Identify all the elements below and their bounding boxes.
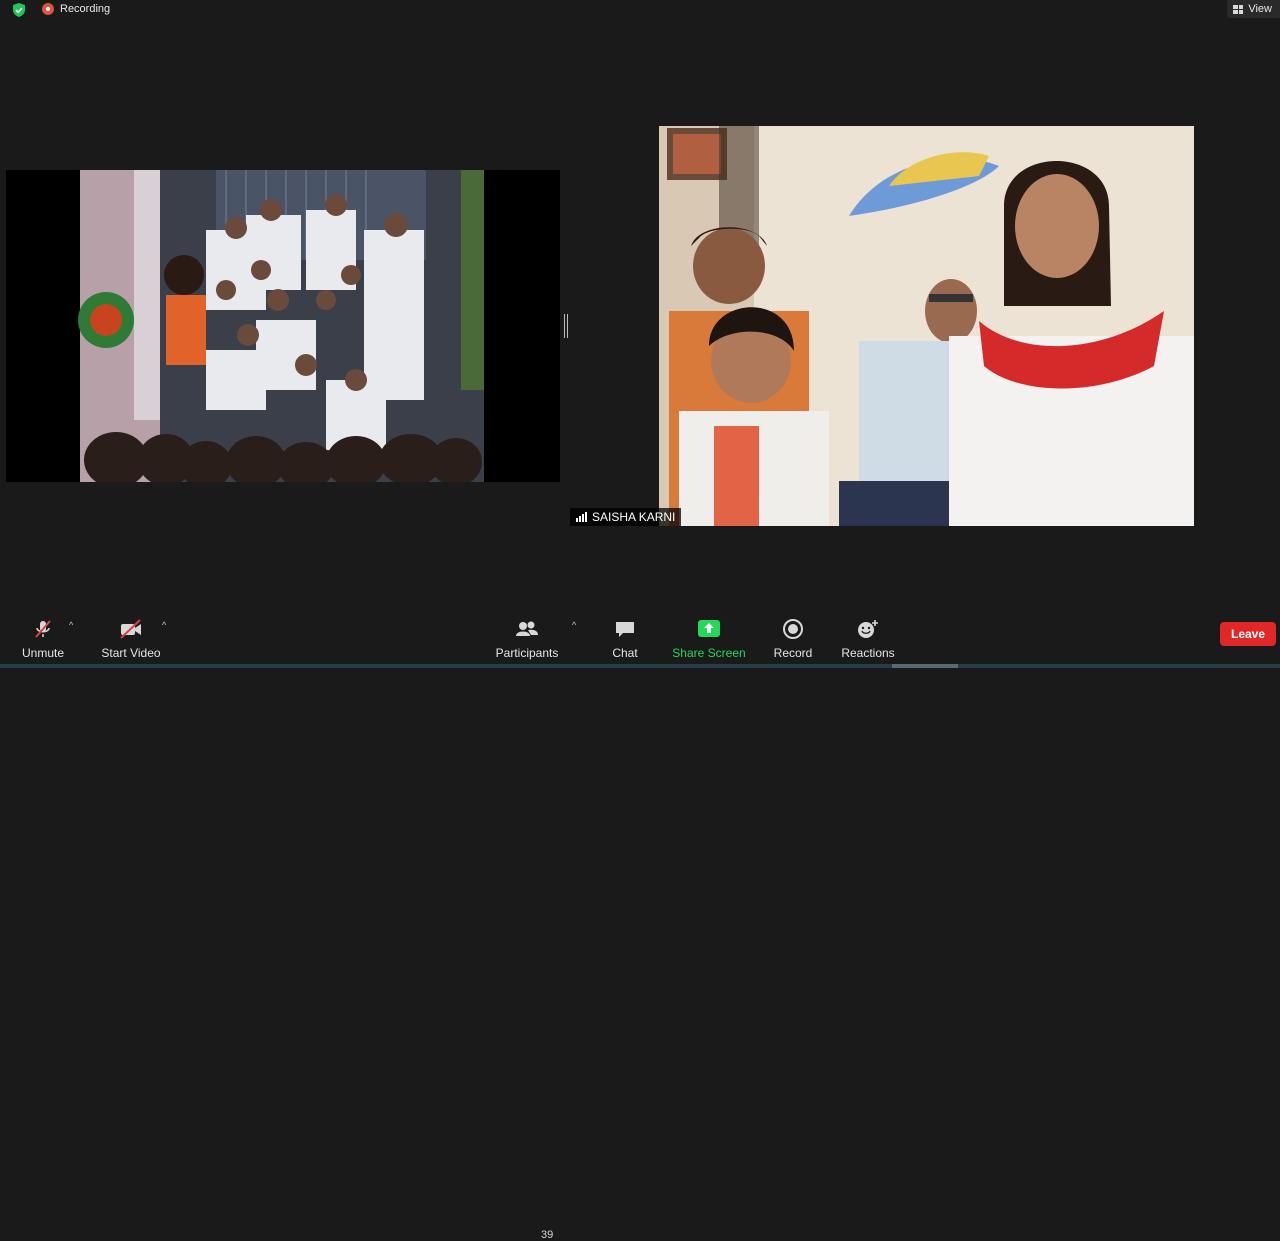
- grid-view-icon: [1233, 4, 1244, 14]
- record-label: Record: [773, 646, 813, 660]
- audio-options-caret[interactable]: ^: [69, 620, 73, 630]
- chat-button[interactable]: Chat: [605, 608, 645, 668]
- start-video-label: Start Video: [101, 646, 161, 660]
- recording-indicator[interactable]: Recording: [42, 3, 110, 15]
- participants-label: Participants: [495, 646, 559, 660]
- reactions-button[interactable]: Reactions: [840, 608, 896, 668]
- meeting-toolbar: Unmute ^ Start Video ^ Participants 39 ^: [0, 608, 1280, 1241]
- participants-button[interactable]: Participants: [494, 608, 560, 668]
- participant-video-frame: [659, 126, 1194, 526]
- signal-strength-icon: [576, 512, 587, 522]
- chat-bubble-icon: [614, 618, 636, 640]
- participant-name: SAISHA KARNI: [592, 510, 676, 524]
- shield-check-icon[interactable]: [11, 2, 27, 18]
- participants-icon: [514, 618, 540, 640]
- participant-name-tag: SAISHA KARNI: [570, 508, 682, 526]
- view-button[interactable]: View: [1227, 0, 1280, 18]
- shared-video-tile[interactable]: [6, 170, 560, 482]
- participant-video-tile[interactable]: [659, 126, 1194, 526]
- tile-divider-handle[interactable]: [564, 314, 568, 338]
- video-options-caret[interactable]: ^: [162, 620, 166, 630]
- chat-label: Chat: [612, 646, 638, 660]
- record-button[interactable]: Record: [770, 608, 816, 668]
- reactions-smiley-icon: [856, 618, 880, 640]
- share-screen-button[interactable]: Share Screen: [672, 608, 746, 668]
- recording-label: Recording: [60, 3, 111, 15]
- top-bar: Recording View: [0, 0, 1280, 20]
- bottom-status-strip: [0, 664, 1280, 668]
- shared-video-frame: [6, 170, 560, 482]
- participants-options-caret[interactable]: ^: [572, 620, 576, 630]
- leave-button[interactable]: Leave: [1220, 622, 1276, 646]
- record-dot-icon: [42, 3, 54, 15]
- unmute-label: Unmute: [21, 646, 65, 660]
- share-screen-icon: [697, 618, 721, 640]
- view-label: View: [1248, 3, 1272, 15]
- reactions-label: Reactions: [841, 646, 895, 660]
- camera-off-icon: [118, 618, 144, 640]
- participants-count: 39: [541, 1229, 554, 1241]
- unmute-button[interactable]: Unmute: [14, 608, 72, 668]
- share-screen-label: Share Screen: [672, 646, 746, 660]
- record-icon: [782, 618, 804, 640]
- start-video-button[interactable]: Start Video: [98, 608, 164, 668]
- microphone-muted-icon: [32, 618, 54, 640]
